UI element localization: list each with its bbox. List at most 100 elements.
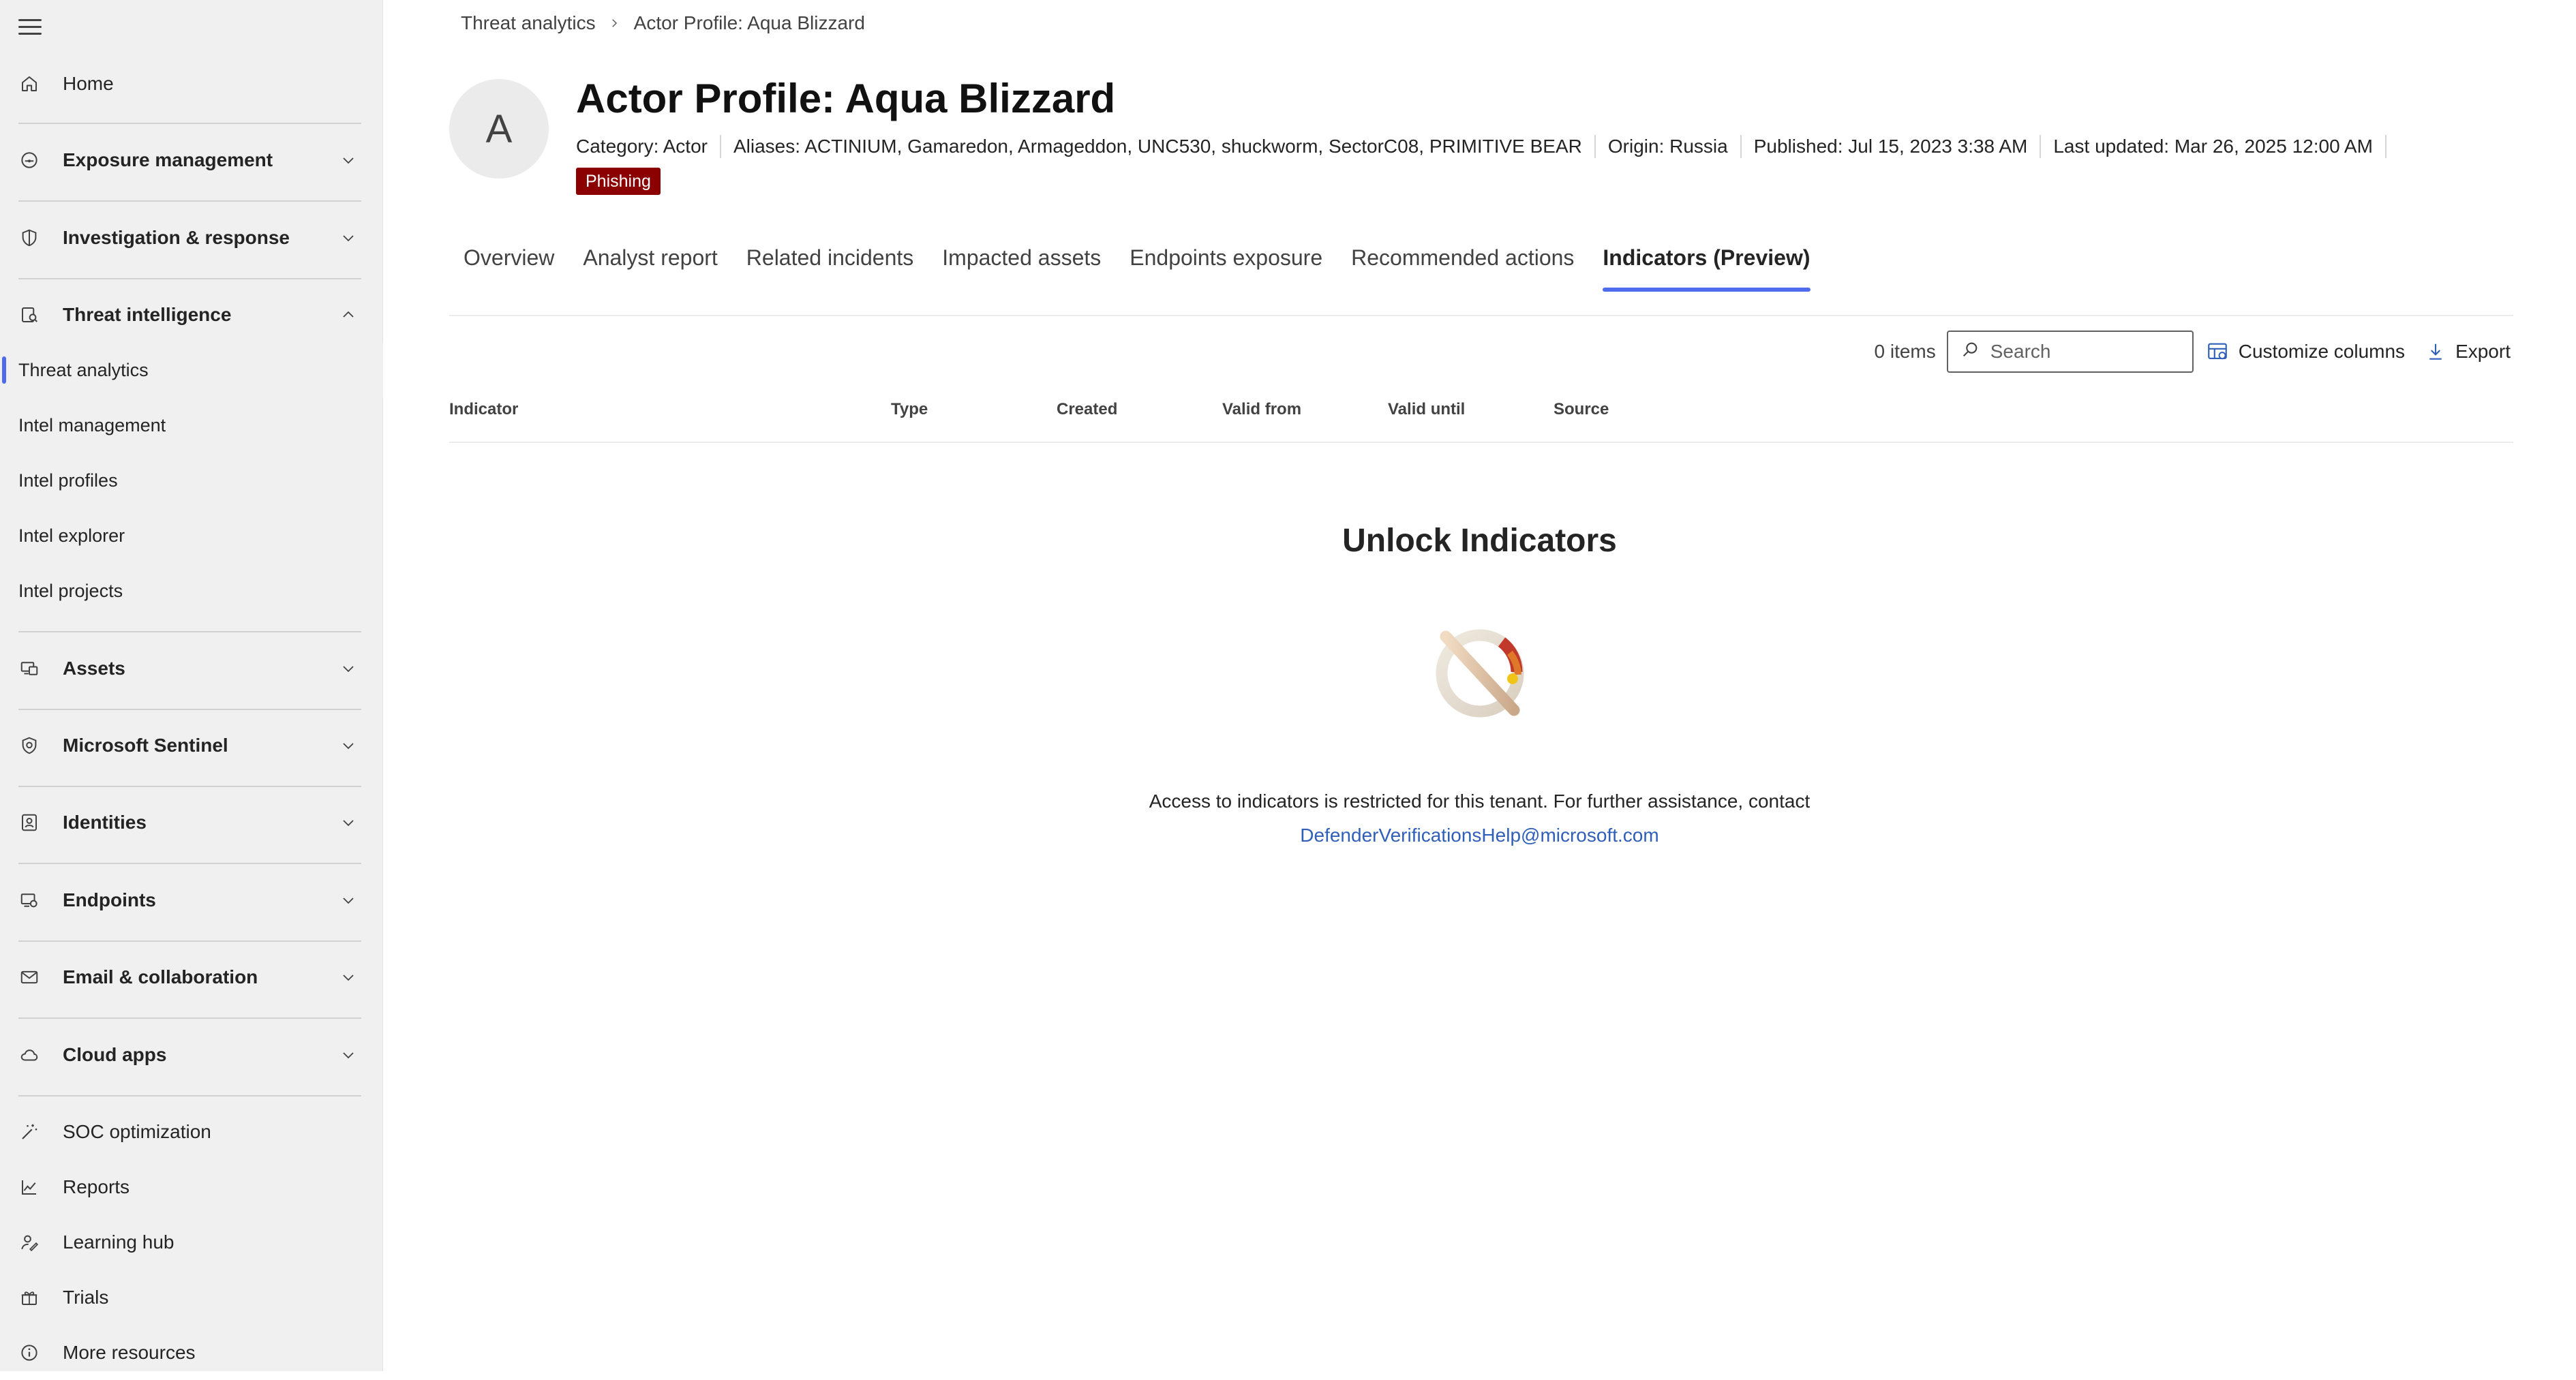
sidebar-item-label: Home — [63, 72, 114, 94]
profile-metadata: Category: Actor Aliases: ACTINIUM, Gamar… — [576, 135, 2386, 158]
sidebar-item-trials[interactable]: Trials — [0, 1270, 383, 1325]
column-header-indicator[interactable]: Indicator — [449, 400, 518, 419]
sidebar-divider — [18, 940, 361, 942]
devices-icon — [18, 657, 41, 680]
search-box[interactable] — [1946, 331, 2194, 373]
sidebar-item-label: Trials — [63, 1286, 109, 1308]
sidebar-item-label: Microsoft Sentinel — [63, 734, 228, 756]
sidebar-item-email-collaboration[interactable]: Email & collaboration — [0, 949, 383, 1005]
sidebar-item-home[interactable]: Home — [0, 56, 383, 111]
chevron-down-icon — [338, 812, 359, 833]
sidebar-divider — [18, 631, 361, 632]
column-header-valid-until[interactable]: Valid until — [1388, 400, 1465, 419]
indicators-toolbar: 0 items Customize columns Export — [1875, 330, 2511, 373]
tab-impacted-assets[interactable]: Impacted assets — [928, 245, 1115, 289]
column-header-source[interactable]: Source — [1554, 400, 1609, 419]
avatar-letter: A — [485, 106, 513, 151]
sidebar-item-more-resources[interactable]: More resources — [0, 1325, 383, 1380]
sidebar-divider — [18, 786, 361, 787]
identity-card-icon — [18, 811, 41, 834]
breadcrumb-parent-link[interactable]: Threat analytics — [461, 12, 596, 34]
sidebar-item-assets[interactable]: Assets — [0, 641, 383, 696]
sidebar-item-reports[interactable]: Reports — [0, 1159, 383, 1214]
sidebar-item-investigation-response[interactable]: Investigation & response — [0, 210, 383, 265]
sidebar-item-label: Intel explorer — [18, 525, 125, 546]
column-header-type[interactable]: Type — [891, 400, 928, 419]
export-label: Export — [2455, 341, 2511, 362]
cloud-icon — [18, 1043, 41, 1067]
info-icon — [18, 1341, 41, 1364]
tab-recommended-actions[interactable]: Recommended actions — [1337, 245, 1588, 289]
published-text: Published: Jul 15, 2023 3:38 AM — [1740, 135, 2040, 158]
sidebar-item-exposure-management[interactable]: Exposure management — [0, 132, 383, 187]
sidebar-item-microsoft-sentinel[interactable]: Microsoft Sentinel — [0, 718, 383, 773]
sidebar-item-label: Identities — [63, 811, 147, 833]
sidebar-item-label: Threat intelligence — [63, 303, 232, 325]
sidebar-divider — [18, 1017, 361, 1019]
sidebar-item-soc-optimization[interactable]: SOC optimization — [0, 1104, 383, 1159]
chevron-down-icon — [338, 967, 359, 987]
main-content: Threat analytics Actor Profile: Aqua Bli… — [383, 0, 2576, 1371]
column-header-created[interactable]: Created — [1057, 400, 1117, 419]
tab-analyst-report[interactable]: Analyst report — [569, 245, 731, 289]
sidebar-item-label: More resources — [63, 1341, 196, 1363]
learning-icon — [18, 1231, 41, 1254]
sidebar-item-intel-profiles[interactable]: Intel profiles — [0, 453, 383, 508]
export-button[interactable]: Export — [2425, 341, 2511, 363]
sidebar-item-endpoints[interactable]: Endpoints — [0, 872, 383, 927]
sidebar-item-learning-hub[interactable]: Learning hub — [0, 1214, 383, 1270]
sidebar-item-identities[interactable]: Identities — [0, 795, 383, 850]
hamburger-menu-icon[interactable] — [18, 19, 42, 37]
home-icon — [18, 72, 41, 95]
breadcrumb: Threat analytics Actor Profile: Aqua Bli… — [461, 12, 865, 34]
chevron-down-icon — [338, 890, 359, 910]
sentinel-shield-icon — [18, 734, 41, 757]
sidebar-item-threat-analytics[interactable]: Threat analytics — [0, 343, 383, 398]
sidebar-item-label: Assets — [63, 657, 125, 679]
gift-icon — [18, 1286, 41, 1309]
gauge-icon — [18, 149, 41, 172]
meta-separator — [2384, 135, 2386, 158]
empty-state-title: Unlock Indicators — [1342, 523, 1617, 559]
sidebar-item-cloud-apps[interactable]: Cloud apps — [0, 1027, 383, 1082]
table-header-divider — [449, 442, 2513, 443]
endpoint-device-icon — [18, 889, 41, 912]
breadcrumb-current: Actor Profile: Aqua Blizzard — [633, 12, 865, 33]
sidebar-item-label: Threat analytics — [18, 360, 149, 380]
sidebar-item-intel-projects[interactable]: Intel projects — [0, 564, 383, 619]
sidebar-divider — [18, 1095, 361, 1097]
aliases-text: Aliases: ACTINIUM, Gamaredon, Armageddon… — [719, 135, 1594, 158]
sidebar-item-intel-explorer[interactable]: Intel explorer — [0, 508, 383, 564]
sidebar-divider — [18, 123, 361, 124]
restricted-icon — [1436, 629, 1524, 718]
sidebar-item-label: Intel management — [18, 415, 166, 435]
column-header-valid-from[interactable]: Valid from — [1222, 400, 1301, 419]
sidebar-nav: Home Exposure management Investigation &… — [0, 0, 383, 1371]
customize-columns-button[interactable]: Customize columns — [2206, 340, 2405, 363]
mail-icon — [18, 966, 41, 989]
tab-overview[interactable]: Overview — [449, 245, 569, 289]
magic-wand-icon — [18, 1120, 41, 1144]
selected-indicator — [2, 356, 6, 384]
sidebar-item-threat-intelligence[interactable]: Threat intelligence — [0, 287, 383, 342]
tab-endpoints-exposure[interactable]: Endpoints exposure — [1115, 245, 1337, 289]
tab-related-incidents[interactable]: Related incidents — [732, 245, 928, 289]
sidebar-item-label: Email & collaboration — [63, 966, 258, 987]
category-text: Category: Actor — [576, 136, 708, 157]
support-email-link[interactable]: DefenderVerificationsHelp@microsoft.com — [383, 825, 2576, 846]
sidebar-item-label: Exposure management — [63, 149, 273, 170]
tab-indicators-preview[interactable]: Indicators (Preview) — [1588, 245, 1824, 292]
sidebar-item-label: Cloud apps — [63, 1043, 167, 1065]
chevron-down-icon — [338, 658, 359, 679]
search-input[interactable] — [1988, 340, 2176, 363]
app-window: Home Exposure management Investigation &… — [0, 0, 2576, 1371]
sidebar-divider — [18, 863, 361, 864]
sidebar-divider — [18, 278, 361, 279]
last-updated-text: Last updated: Mar 26, 2025 12:00 AM — [2040, 135, 2385, 158]
sidebar-item-label: Endpoints — [63, 889, 156, 910]
profile-tabs: Overview Analyst report Related incident… — [449, 245, 1825, 292]
origin-text: Origin: Russia — [1594, 135, 1740, 158]
chevron-down-icon — [338, 1045, 359, 1065]
sidebar-item-intel-management[interactable]: Intel management — [0, 398, 383, 453]
empty-state-message: Access to indicators is restricted for t… — [1149, 791, 1810, 812]
